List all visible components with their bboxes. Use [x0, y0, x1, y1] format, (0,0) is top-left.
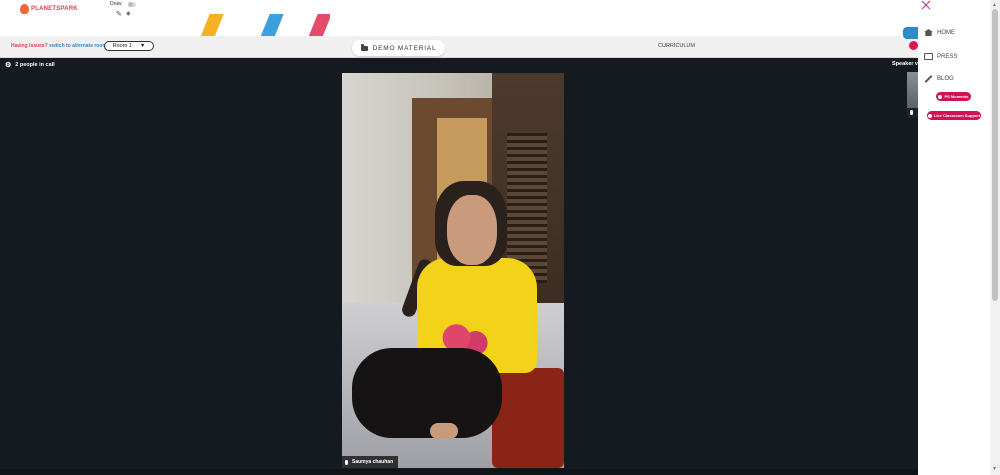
press-icon: [924, 53, 933, 60]
participant-name: Saumya chauhan: [352, 459, 394, 465]
scroll-thumb[interactable]: [992, 9, 998, 301]
app-root: PLANETSPARK Draw ✎ ◈ Having issues? swit…: [0, 0, 1000, 475]
call-controls-strip: [0, 469, 918, 475]
participant-name-tag: Saumya chauhan: [342, 456, 399, 468]
video-bag: [492, 368, 564, 468]
room-select-value: Room 1: [112, 43, 132, 49]
speaker-view-toggle[interactable]: Speaker v: [892, 61, 918, 67]
participant-thumbnail[interactable]: [907, 72, 918, 108]
people-count-text: 2 people in call: [15, 62, 55, 68]
draw-label: Draw: [110, 1, 122, 7]
gear-icon[interactable]: ⚙: [5, 61, 11, 69]
planetspark-logo[interactable]: PLANETSPARK: [20, 3, 78, 15]
top-bar: PLANETSPARK Draw ✎ ◈: [0, 0, 918, 60]
side-menu: [918, 0, 990, 475]
menu-item-blog[interactable]: BLOG: [924, 75, 954, 83]
pen-icon[interactable]: ✎: [116, 10, 122, 18]
video-face: [447, 195, 497, 265]
live-support-label: Live Classroom Support: [933, 113, 981, 118]
menu-item-press[interactable]: PRESS: [924, 53, 957, 60]
ps-moments-button[interactable]: PS Moments: [936, 92, 971, 101]
ps-moments-label: PS Moments: [944, 94, 969, 99]
class-toolbar: Having issues? switch to alternate room …: [0, 27, 918, 58]
home-icon: [924, 29, 933, 36]
dot-icon: [927, 113, 932, 118]
eraser-icon[interactable]: ◈: [126, 10, 131, 17]
menu-item-home-label: HOME: [937, 29, 955, 36]
demo-material-label: DEMO MATERIAL: [372, 44, 437, 52]
chevron-down-icon: ▼: [139, 43, 146, 49]
page-scrollbar[interactable]: ▲ ▼: [990, 0, 1000, 475]
issues-question: Having issues?: [11, 43, 48, 49]
draw-toggle[interactable]: [128, 2, 136, 7]
people-count[interactable]: ⚙ 2 people in call: [5, 61, 55, 69]
video-legs: [352, 348, 502, 438]
folder-icon: [360, 44, 368, 51]
notification-badge[interactable]: [909, 41, 918, 50]
dot-icon: [938, 94, 943, 99]
scroll-down-icon[interactable]: ▼: [992, 466, 997, 472]
blog-icon: [924, 75, 933, 83]
issues-notice: Having issues? switch to alternate room: [11, 43, 107, 49]
menu-item-blog-label: BLOG: [937, 76, 954, 82]
thumbnail-mic-bar: [907, 108, 918, 118]
participant-video[interactable]: Saumya chauhan: [342, 73, 564, 468]
chat-icon[interactable]: [903, 27, 918, 39]
curriculum-tab[interactable]: CURRICULUM: [658, 43, 695, 49]
demo-material-button[interactable]: DEMO MATERIAL: [352, 40, 445, 56]
mic-icon: [910, 110, 913, 115]
switch-room-link[interactable]: switch to alternate room: [49, 43, 107, 49]
call-header: ⚙ 2 people in call Speaker v: [0, 58, 918, 72]
close-icon[interactable]: [921, 0, 931, 10]
live-support-button[interactable]: Live Classroom Support: [927, 111, 981, 120]
scroll-up-icon[interactable]: ▲: [992, 2, 997, 8]
video-foot: [430, 423, 458, 439]
logo-mark-icon: [20, 4, 29, 14]
video-call-area: ⚙ 2 people in call Speaker v Saumya chau…: [0, 58, 918, 475]
room-select[interactable]: Room 1 ▼: [104, 41, 154, 51]
menu-item-home[interactable]: HOME: [924, 29, 955, 36]
menu-item-press-label: PRESS: [937, 53, 958, 60]
logo-text: PLANETSPARK: [31, 6, 78, 12]
mic-icon: [345, 459, 348, 465]
